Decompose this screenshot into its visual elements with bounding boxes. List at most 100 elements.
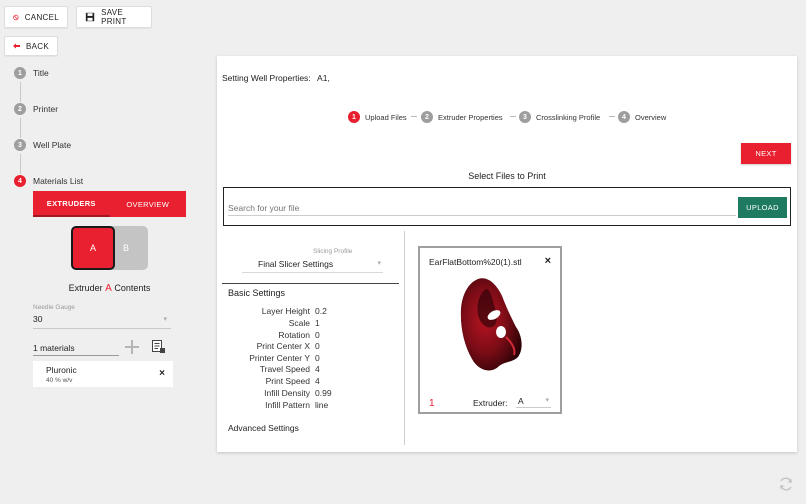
- materials-count-underline: [33, 355, 119, 356]
- extruder-a-button[interactable]: A: [71, 226, 115, 270]
- contents-prefix: Extruder: [68, 283, 103, 293]
- next-button[interactable]: NEXT: [741, 143, 791, 164]
- tab-extruders[interactable]: EXTRUDERS: [33, 191, 110, 217]
- well-properties-heading: Setting Well Properties: A1,: [222, 73, 330, 83]
- setting-value: 0: [315, 330, 320, 340]
- material-item[interactable]: Pluronic 40 % w/v ×: [33, 361, 173, 387]
- step-label: Title: [33, 68, 49, 78]
- ear-model-preview: [460, 278, 522, 371]
- step-number: 4: [14, 175, 26, 187]
- setting-key: Infill Pattern: [265, 400, 310, 410]
- setting-key: Scale: [288, 318, 310, 328]
- setting-row-print-speed: Print Speed 4: [233, 376, 320, 386]
- step-label: Printer: [33, 104, 59, 114]
- setting-value: line: [315, 400, 329, 410]
- extruder-tabs: EXTRUDERS OVERVIEW: [33, 191, 186, 217]
- wizard-step-number: 4: [618, 111, 630, 123]
- setting-key: Layer Height: [261, 306, 310, 316]
- upload-button[interactable]: UPLOAD: [738, 197, 787, 218]
- setting-row-infill-pattern: Infill Pattern line: [233, 400, 328, 410]
- setting-row-scale: Scale 1: [233, 318, 320, 328]
- setting-row-print-center-x: Print Center X 0: [233, 341, 320, 351]
- wizard-step-crosslinking-profile[interactable]: 3 Crosslinking Profile: [519, 111, 600, 123]
- main-panel: Setting Well Properties: A1, 1 Upload Fi…: [217, 56, 797, 452]
- close-icon[interactable]: ×: [545, 255, 551, 267]
- setting-row-travel-speed: Travel Speed 4: [233, 364, 320, 374]
- chevron-down-icon: ▾: [163, 316, 167, 323]
- remove-material-icon[interactable]: ×: [159, 368, 165, 379]
- step-connector: [20, 154, 21, 174]
- wizard-step-extruder-properties[interactable]: 2 Extruder Properties: [421, 111, 503, 123]
- wizard-connector: [609, 116, 615, 117]
- wizard-step-upload-files[interactable]: 1 Upload Files: [348, 111, 407, 123]
- cancel-button[interactable]: CANCEL: [4, 6, 68, 28]
- contents-letter: A: [105, 283, 112, 294]
- save-icon: [85, 12, 95, 22]
- file-index: 1: [429, 398, 435, 409]
- chevron-down-icon: ▾: [377, 260, 381, 267]
- setting-row-rotation: Rotation 0: [233, 330, 320, 340]
- tab-overview[interactable]: OVERVIEW: [110, 191, 187, 217]
- step-label: Materials List: [33, 176, 84, 186]
- well-value: A1,: [317, 73, 330, 83]
- step-number: 1: [14, 67, 26, 79]
- file-name: EarFlatBottom%20(1).stl: [429, 257, 522, 267]
- setting-value: 1: [315, 318, 320, 328]
- cancel-icon: [13, 14, 19, 20]
- setting-row-infill-density: Infill Density 0.99: [233, 388, 331, 398]
- save-print-button[interactable]: SAVE PRINT: [76, 6, 152, 28]
- step-label: Well Plate: [33, 140, 72, 150]
- back-button[interactable]: BACK: [4, 36, 58, 56]
- setting-key: Rotation: [278, 330, 310, 340]
- step-connector: [20, 118, 21, 138]
- extruder-b-label: B: [122, 243, 129, 253]
- wizard-step-number: 1: [348, 111, 360, 123]
- step-well-plate[interactable]: 3 Well Plate: [14, 139, 71, 151]
- step-printer[interactable]: 2 Printer: [14, 103, 58, 115]
- refresh-icon[interactable]: [778, 476, 794, 492]
- step-connector: [20, 82, 21, 102]
- slicing-profile-label: Slicing Profile: [313, 248, 353, 255]
- step-materials-list[interactable]: 4 Materials List: [14, 175, 83, 187]
- wizard-step-overview[interactable]: 4 Overview: [618, 111, 666, 123]
- step-number: 2: [14, 103, 26, 115]
- setting-value: 4: [315, 376, 320, 386]
- save-label: SAVE PRINT: [101, 8, 127, 26]
- file-extruder-select[interactable]: A ▾: [516, 395, 551, 408]
- back-arrow-icon: [13, 43, 20, 49]
- section-divider: [222, 283, 399, 284]
- setting-row-printer-center-y: Printer Center Y 0: [233, 353, 320, 363]
- setting-key: Travel Speed: [259, 364, 310, 374]
- needle-gauge-label: Needle Gauge: [33, 304, 75, 311]
- needle-gauge-select[interactable]: 30 ▾: [33, 314, 171, 328]
- advanced-settings-title[interactable]: Advanced Settings: [228, 423, 299, 433]
- needle-gauge-underline: [33, 328, 171, 329]
- setting-value: 0: [315, 353, 320, 363]
- column-divider: [404, 231, 405, 445]
- setting-row-layer-height: Layer Height 0.2: [233, 306, 327, 316]
- step-title[interactable]: 1 Title: [14, 67, 49, 79]
- wizard-step-number: 3: [519, 111, 531, 123]
- wizard-connector: [510, 116, 516, 117]
- extruder-a-label: A: [89, 243, 96, 253]
- material-detail: 40 % w/v: [46, 377, 73, 384]
- wizard-step-number: 2: [421, 111, 433, 123]
- wizard-step-label: Extruder Properties: [438, 112, 503, 122]
- basic-settings-title: Basic Settings: [228, 288, 286, 298]
- slicing-profile-underline: [242, 272, 383, 273]
- wizard-step-label: Overview: [635, 112, 667, 122]
- setting-key: Print Center X: [256, 341, 310, 351]
- setting-value: 0.2: [315, 306, 327, 316]
- file-card[interactable]: EarFlatBottom%20(1).stl × 1 Extruder: A …: [418, 246, 562, 414]
- wizard-step-label: Upload Files: [365, 112, 407, 122]
- step-number: 3: [14, 139, 26, 151]
- slicing-profile-select[interactable]: Final Slicer Settings ▾: [242, 258, 383, 272]
- file-search-input[interactable]: [228, 200, 736, 216]
- setting-value: 4: [315, 364, 320, 374]
- file-extruder-value: A: [518, 396, 524, 406]
- setting-key: Infill Density: [264, 388, 310, 398]
- material-name: Pluronic: [46, 365, 77, 375]
- add-material-icon[interactable]: [125, 340, 139, 354]
- material-list-icon[interactable]: [152, 340, 165, 354]
- cancel-label: CANCEL: [24, 12, 59, 22]
